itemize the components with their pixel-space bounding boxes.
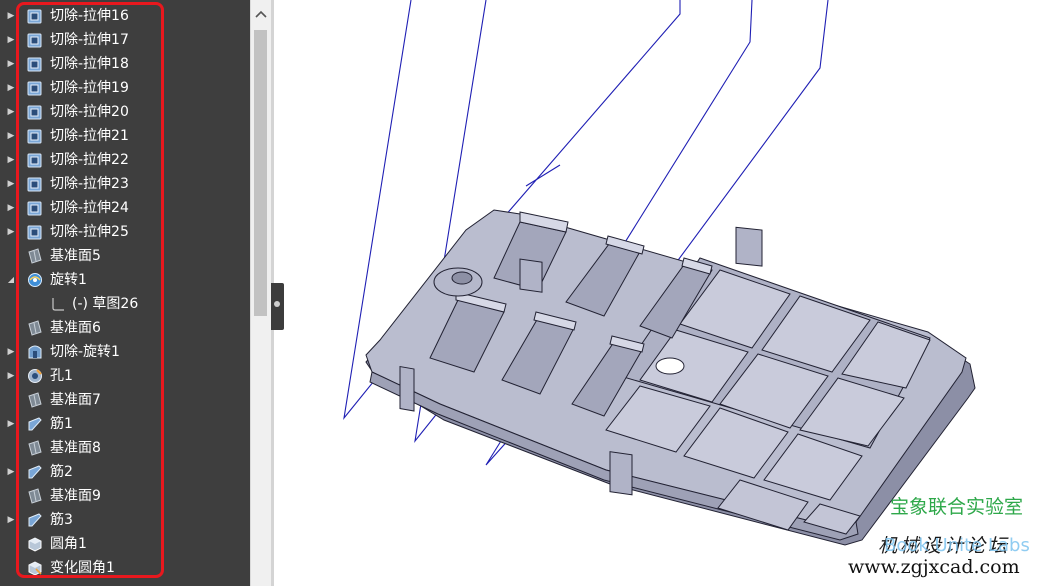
tree-item-label: 圆角1 [50, 536, 87, 552]
tree-item-label: 变化圆角1 [50, 560, 115, 576]
expanded-arrow-icon[interactable]: ◢ [6, 268, 16, 292]
scroll-up-arrow-icon[interactable] [251, 0, 271, 28]
tree-item-label: 切除-拉伸16 [50, 8, 129, 24]
rib-icon [27, 464, 43, 480]
tree-item-label: 基准面7 [50, 392, 101, 408]
tree-item[interactable]: ▶ 切除-拉伸16 [0, 4, 250, 28]
cut-extrude-icon [27, 80, 43, 96]
tree-item-label: 切除-拉伸17 [50, 32, 129, 48]
collapsed-arrow-icon[interactable]: ▶ [6, 172, 16, 196]
tree-item-label: 筋2 [50, 464, 73, 480]
tree-item-label: 基准面9 [50, 488, 101, 504]
cut-extrude-icon [27, 176, 43, 192]
tree-item-label: 切除-拉伸23 [50, 176, 129, 192]
tree-item[interactable]: 变化圆角1 [0, 556, 250, 580]
collapsed-arrow-icon[interactable]: ▶ [6, 340, 16, 364]
cut-extrude-icon [27, 128, 43, 144]
collapsed-arrow-icon[interactable]: ▶ [6, 148, 16, 172]
rib-icon [27, 512, 43, 528]
watermark-overlay-text: Book Unite Labs [884, 535, 1030, 556]
tree-item[interactable]: ▶ 切除-拉伸21 [0, 124, 250, 148]
tree-item[interactable]: 基准面5 [0, 244, 250, 268]
hole-icon [27, 368, 43, 384]
collapsed-arrow-icon[interactable]: ▶ [6, 100, 16, 124]
plane-icon [27, 248, 43, 264]
plane-icon [27, 440, 43, 456]
tree-item-label: 切除-拉伸18 [50, 56, 129, 72]
tree-item-label: 筋1 [50, 416, 73, 432]
tree-item[interactable]: 基准面6 [0, 316, 250, 340]
cut-extrude-icon [27, 200, 43, 216]
tree-item-label: 切除-拉伸20 [50, 104, 129, 120]
tree-item-label: 基准面5 [50, 248, 101, 264]
collapsed-arrow-icon[interactable]: ▶ [6, 52, 16, 76]
cut-extrude-icon [27, 8, 43, 24]
scroll-thumb[interactable] [254, 30, 267, 316]
tree-item[interactable]: ▶ 筋2 [0, 460, 250, 484]
tree-item[interactable]: ▶ 切除-拉伸18 [0, 52, 250, 76]
splitter-grip-icon [274, 301, 280, 307]
watermark-brand: 宝象联合实验室 [890, 496, 1024, 518]
collapsed-arrow-icon[interactable]: ▶ [6, 460, 16, 484]
collapsed-arrow-icon[interactable]: ▶ [6, 220, 16, 244]
tree-item[interactable]: ▶ 切除-拉伸20 [0, 100, 250, 124]
tree-item-label: 基准面6 [50, 320, 101, 336]
collapsed-arrow-icon[interactable]: ▶ [6, 4, 16, 28]
plane-icon [27, 392, 43, 408]
plane-icon [27, 488, 43, 504]
sketch-icon [50, 296, 66, 312]
cut-extrude-icon [27, 56, 43, 72]
plane-icon [27, 320, 43, 336]
tree-item-label: 切除-拉伸25 [50, 224, 129, 240]
tree-item-label: (-) 草图26 [72, 296, 139, 312]
tree-item-label: 切除-旋转1 [50, 344, 120, 360]
fillet-icon [27, 536, 43, 552]
collapsed-arrow-icon[interactable]: ▶ [6, 124, 16, 148]
collapsed-arrow-icon[interactable]: ▶ [6, 364, 16, 388]
tree-item[interactable]: ▶ 切除-旋转1 [0, 340, 250, 364]
collapsed-arrow-icon[interactable]: ▶ [6, 196, 16, 220]
tree-item-label: 切除-拉伸24 [50, 200, 129, 216]
collapsed-arrow-icon[interactable]: ▶ [6, 412, 16, 436]
tree-item[interactable]: ▶ 切除-拉伸17 [0, 28, 250, 52]
tree-scrollbar[interactable] [250, 0, 271, 586]
collapsed-arrow-icon[interactable]: ▶ [6, 28, 16, 52]
tree-item-label: 切除-拉伸22 [50, 152, 129, 168]
collapsed-arrow-icon[interactable]: ▶ [6, 76, 16, 100]
tree-item[interactable]: ▶ 筋1 [0, 412, 250, 436]
collapsed-arrow-icon[interactable]: ▶ [6, 508, 16, 532]
cut-extrude-icon [27, 224, 43, 240]
tree-item-label: 旋转1 [50, 272, 87, 288]
tree-item-label: 基准面8 [50, 440, 101, 456]
tree-item-label: 切除-拉伸21 [50, 128, 129, 144]
tree-item-label: 筋3 [50, 512, 73, 528]
feature-tree-list: ▶ 切除-拉伸16 ▶ 切除-拉伸17 ▶ 切除-拉伸18 ▶ 切除-拉伸19 ▶ 切除-拉伸20… [0, 4, 250, 580]
tree-item[interactable]: 基准面8 [0, 436, 250, 460]
tree-item[interactable]: ▶ 切除-拉伸19 [0, 76, 250, 100]
watermark-url: www.zgjxcad.com [848, 556, 1020, 578]
tree-item[interactable]: 圆角1 [0, 532, 250, 556]
tree-item[interactable]: ▶ 切除-拉伸23 [0, 172, 250, 196]
tree-item[interactable]: ▶ 孔1 [0, 364, 250, 388]
tree-item[interactable]: ▶ 切除-拉伸22 [0, 148, 250, 172]
tree-item[interactable]: 基准面9 [0, 484, 250, 508]
tree-item-label: 切除-拉伸19 [50, 80, 129, 96]
tree-item[interactable]: ◢ 旋转1 [0, 268, 250, 292]
tree-item-label: 孔1 [50, 368, 73, 384]
cut-extrude-icon [27, 32, 43, 48]
feature-tree-panel: ▶ 切除-拉伸16 ▶ 切除-拉伸17 ▶ 切除-拉伸18 ▶ 切除-拉伸19 ▶ 切除-拉伸20… [0, 0, 271, 586]
cut-revolve-icon [27, 344, 43, 360]
tree-item[interactable]: ▶ 筋3 [0, 508, 250, 532]
tree-item[interactable]: (-) 草图26 [0, 292, 250, 316]
cut-extrude-icon [27, 152, 43, 168]
revolve-icon [27, 272, 43, 288]
tree-item[interactable]: ▶ 切除-拉伸24 [0, 196, 250, 220]
tree-item[interactable]: ▶ 切除-拉伸25 [0, 220, 250, 244]
rib-icon [27, 416, 43, 432]
variable-fillet-icon [27, 560, 43, 576]
cut-extrude-icon [27, 104, 43, 120]
tree-item[interactable]: 基准面7 [0, 388, 250, 412]
